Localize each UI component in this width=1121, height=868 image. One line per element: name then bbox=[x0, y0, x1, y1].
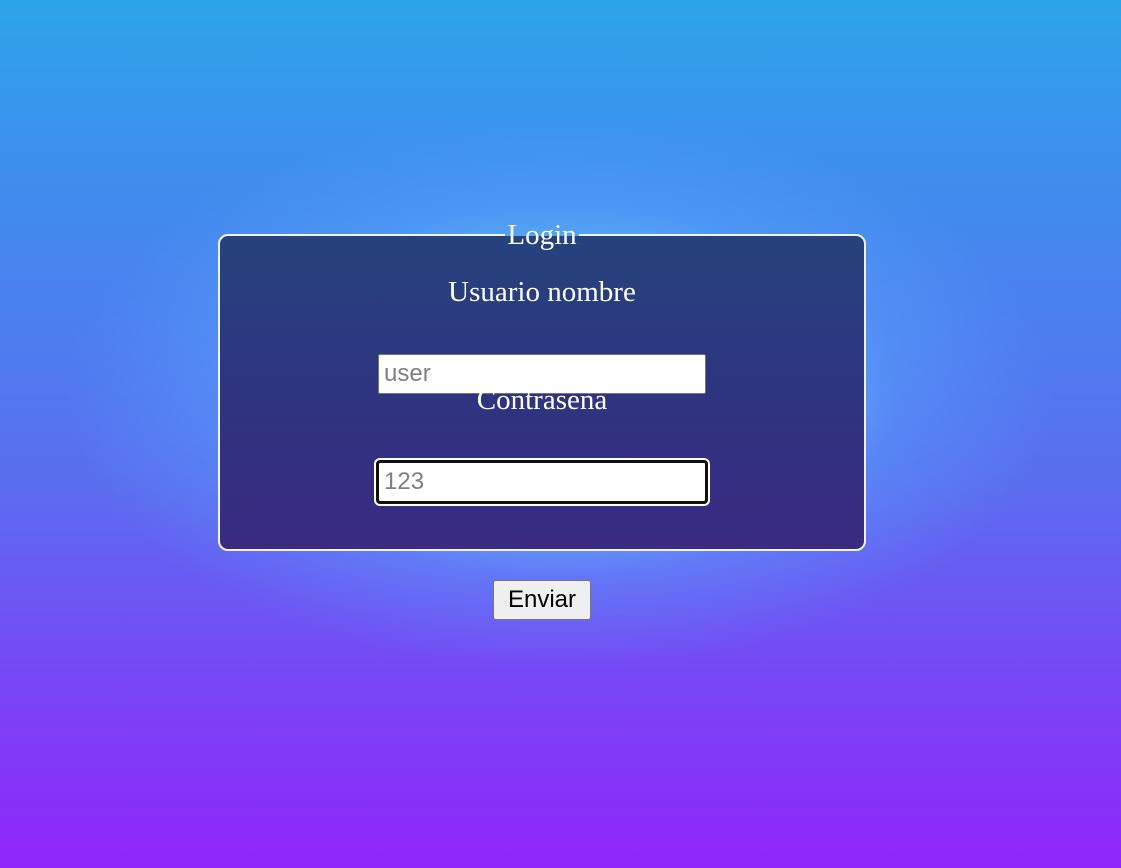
submit-button[interactable]: Enviar bbox=[493, 580, 591, 620]
login-page: { "login_form": { "legend": "Login", "us… bbox=[0, 0, 1121, 868]
login-form: Login Usuario nombre Contraseña bbox=[218, 219, 866, 551]
login-legend: Login bbox=[507, 219, 577, 251]
username-label: Usuario nombre bbox=[448, 276, 636, 308]
password-label: Contraseña bbox=[476, 384, 608, 416]
password-input[interactable] bbox=[376, 460, 708, 504]
